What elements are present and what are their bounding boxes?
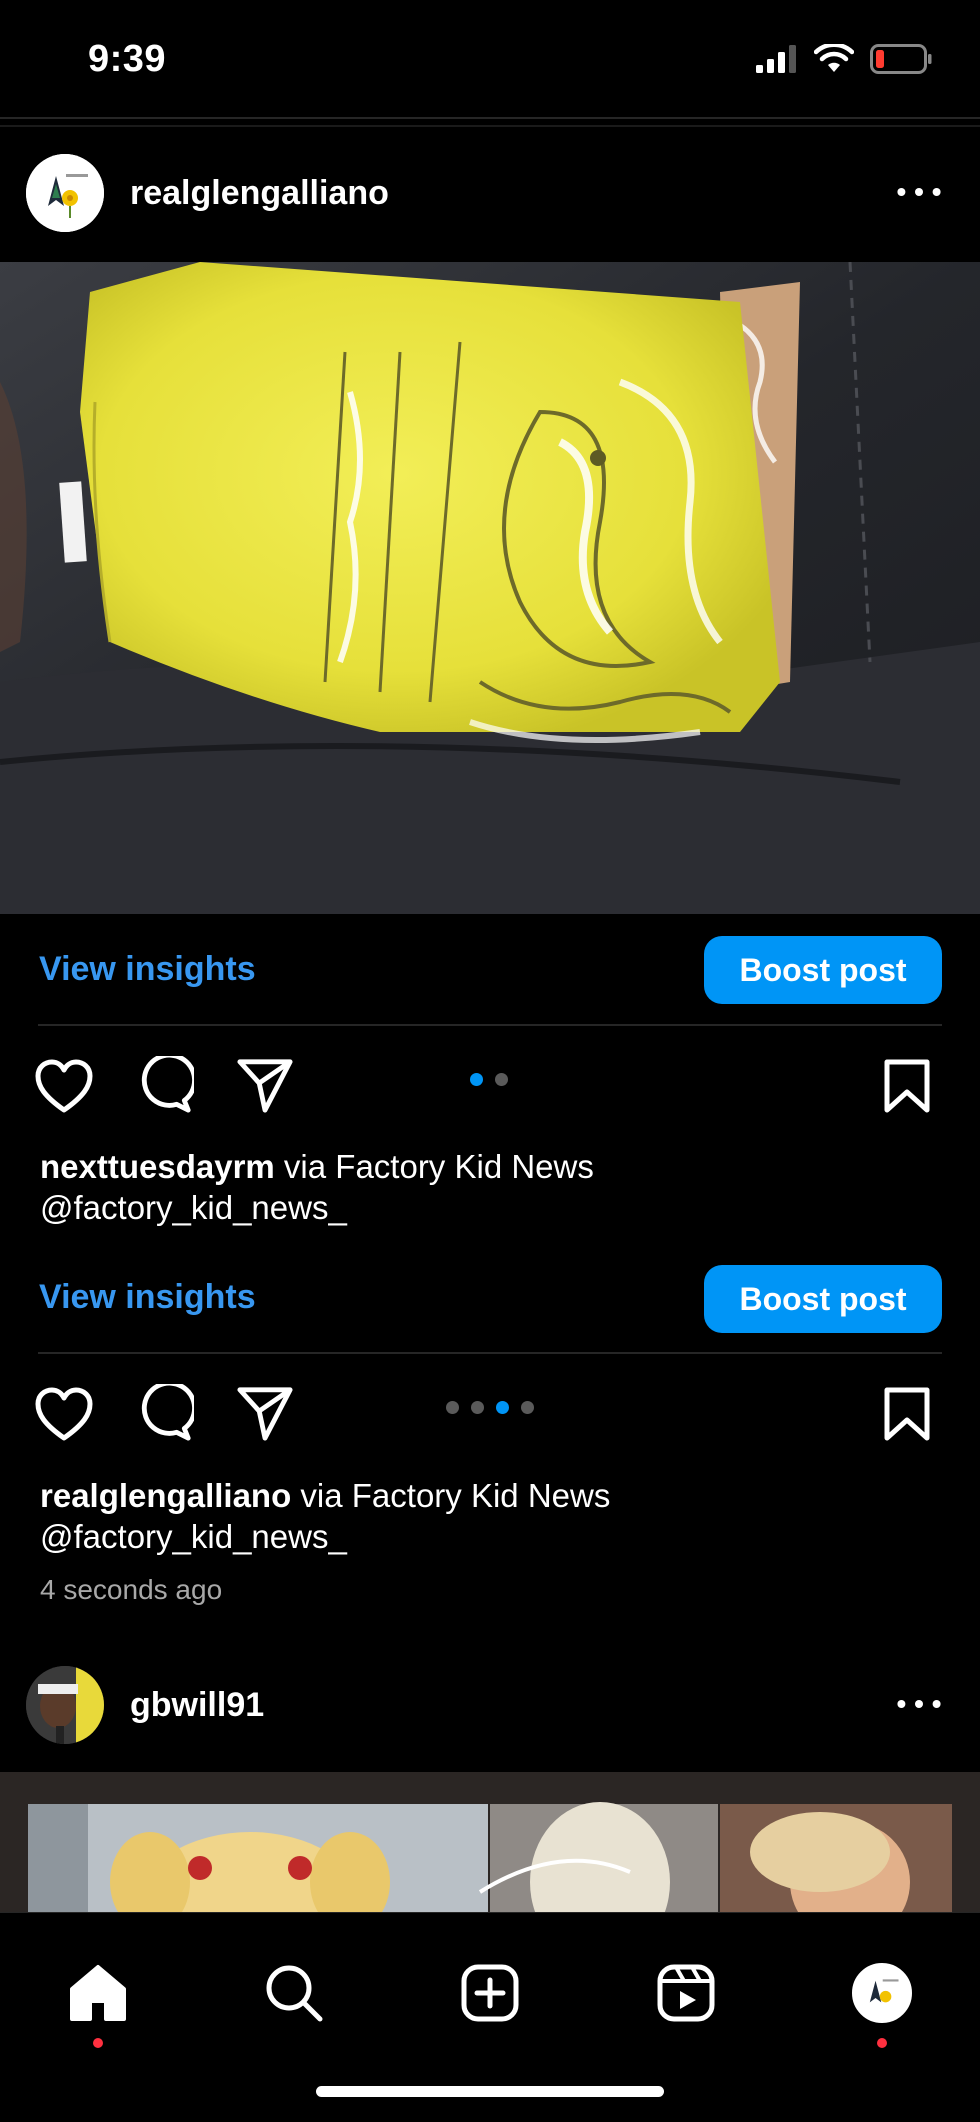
caption-mention[interactable]: @factory_kid_news_ (40, 1518, 347, 1555)
caption-text: via Factory Kid News (274, 1148, 594, 1185)
carousel-dot (521, 1401, 534, 1414)
create-icon[interactable] (460, 1963, 520, 2023)
caption-mention[interactable]: @factory_kid_news_ (40, 1189, 347, 1226)
signal-icon (756, 45, 796, 73)
profile-icon[interactable] (852, 1963, 912, 2023)
collage-photo (0, 1772, 980, 1912)
post-photo[interactable] (0, 262, 980, 914)
caption-username[interactable]: realglengalliano (40, 1477, 291, 1514)
caption-text: via Factory Kid News (291, 1477, 611, 1514)
carousel-dots (464, 1073, 514, 1086)
post-username[interactable]: realglengalliano (130, 174, 389, 213)
view-insights-link[interactable]: View insights (39, 950, 256, 989)
boost-post-button[interactable]: Boost post (704, 936, 942, 1004)
heart-icon[interactable] (34, 1058, 94, 1114)
divider (38, 1352, 942, 1354)
avatar[interactable] (26, 1666, 104, 1744)
post-caption: nexttuesdayrm via Factory Kid News @fact… (40, 1146, 594, 1228)
top-divider-2 (0, 125, 980, 127)
divider (38, 1024, 942, 1026)
post-timestamp: 4 seconds ago (40, 1574, 223, 1605)
carousel-dot (446, 1401, 459, 1414)
heart-icon[interactable] (34, 1386, 94, 1442)
share-icon[interactable] (236, 1384, 294, 1442)
boost-post-button[interactable]: Boost post (704, 1265, 942, 1333)
carousel-dots (440, 1401, 540, 1414)
bandana-photo (0, 262, 980, 914)
caption-username[interactable]: nexttuesdayrm (40, 1148, 275, 1185)
comment-icon[interactable] (136, 1384, 194, 1442)
home-notification-dot (93, 2038, 103, 2048)
post-username[interactable]: gbwill91 (130, 1686, 264, 1725)
home-indicator (316, 2086, 664, 2097)
wifi-icon (814, 44, 854, 72)
profile-notification-dot (877, 2038, 887, 2048)
search-icon[interactable] (264, 1963, 324, 2023)
carousel-dot-active (470, 1073, 483, 1086)
more-icon[interactable] (894, 184, 944, 200)
home-icon[interactable] (68, 1963, 128, 2023)
carousel-dot-active (496, 1401, 509, 1414)
avatar[interactable] (26, 154, 104, 232)
avatar-logo-icon (26, 154, 104, 232)
post-caption: realglengalliano via Factory Kid News @f… (40, 1475, 610, 1557)
comment-icon[interactable] (136, 1056, 194, 1114)
avatar-photo-icon (26, 1666, 104, 1744)
top-divider (0, 117, 980, 119)
post-header: gbwill91 (0, 1646, 980, 1766)
post-header: realglengalliano (0, 134, 980, 254)
post-photo[interactable] (0, 1772, 980, 1912)
status-time: 9:39 (88, 38, 167, 80)
share-icon[interactable] (236, 1056, 294, 1114)
view-insights-link[interactable]: View insights (39, 1278, 256, 1317)
battery-icon (870, 44, 932, 74)
bookmark-icon[interactable] (882, 1058, 932, 1114)
carousel-dot (495, 1073, 508, 1086)
bookmark-icon[interactable] (882, 1386, 932, 1442)
profile-avatar-logo-icon (854, 1965, 910, 2021)
status-icons (756, 44, 932, 74)
more-icon[interactable] (894, 1696, 944, 1712)
reels-icon[interactable] (656, 1963, 716, 2023)
carousel-dot (471, 1401, 484, 1414)
